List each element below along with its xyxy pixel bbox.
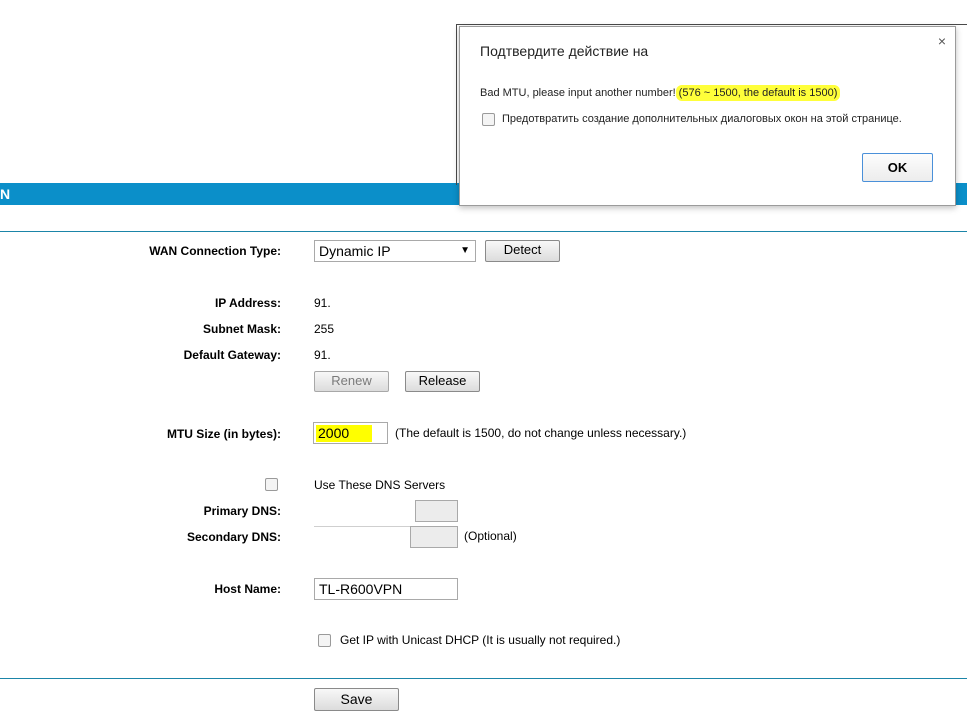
divider-bottom bbox=[0, 678, 967, 679]
release-button[interactable]: Release bbox=[405, 371, 480, 392]
renew-button[interactable]: Renew bbox=[314, 371, 389, 392]
secondary-dns-edge bbox=[314, 526, 414, 527]
host-name-input[interactable]: TL-R600VPN bbox=[314, 578, 458, 600]
wan-type-label: WAN Connection Type: bbox=[149, 244, 281, 258]
default-gateway-value: 91. bbox=[314, 348, 331, 362]
use-dns-label: Use These DNS Servers bbox=[314, 478, 446, 492]
suppress-dialogs-label: Предотвратить создание дополнительных ди… bbox=[502, 113, 902, 125]
use-dns-checkbox[interactable] bbox=[265, 478, 278, 491]
primary-dns-label: Primary DNS: bbox=[203, 504, 281, 518]
dialog-message-text: Bad MTU, please input another number! bbox=[480, 87, 676, 99]
secondary-dns-input[interactable] bbox=[410, 526, 458, 548]
wan-type-value: Dynamic IP bbox=[319, 243, 391, 259]
unicast-dhcp-label: Get IP with Unicast DHCP (It is usually … bbox=[340, 633, 621, 647]
unicast-dhcp-checkbox[interactable] bbox=[318, 634, 331, 647]
detect-button[interactable]: Detect bbox=[485, 240, 560, 262]
optional-label: (Optional) bbox=[464, 529, 517, 543]
divider-top bbox=[0, 231, 967, 232]
ip-address-label: IP Address: bbox=[214, 296, 281, 310]
dialog-message-highlight: (576 ~ 1500, the default is 1500) bbox=[675, 85, 841, 101]
mtu-input[interactable]: 2000 bbox=[313, 422, 388, 444]
close-icon[interactable]: × bbox=[938, 33, 946, 49]
save-button[interactable]: Save bbox=[314, 688, 399, 711]
dialog-title: Подтвердите действие на bbox=[480, 43, 649, 59]
dialog-message: Bad MTU, please input another number! (57… bbox=[480, 85, 841, 101]
subnet-mask-label: Subnet Mask: bbox=[202, 322, 281, 336]
suppress-dialogs-checkbox[interactable] bbox=[482, 113, 495, 126]
host-name-label: Host Name: bbox=[214, 582, 281, 596]
secondary-dns-label: Secondary DNS: bbox=[186, 530, 281, 544]
chevron-down-icon: ▼ bbox=[460, 245, 470, 256]
ip-address-value: 91. bbox=[314, 296, 331, 310]
banner-title: N bbox=[0, 186, 11, 202]
mtu-hint: (The default is 1500, do not change unle… bbox=[395, 426, 687, 440]
confirm-dialog: Подтвердите действие на × Bad MTU, pleas… bbox=[459, 26, 956, 206]
primary-dns-input[interactable] bbox=[415, 500, 458, 522]
mtu-label: MTU Size (in bytes): bbox=[166, 427, 281, 441]
subnet-mask-value: 255 bbox=[314, 322, 334, 336]
wan-type-select[interactable]: Dynamic IP ▼ bbox=[314, 240, 476, 262]
ok-button[interactable]: OK bbox=[862, 153, 933, 182]
default-gateway-label: Default Gateway: bbox=[183, 348, 281, 362]
mtu-value: 2000 bbox=[318, 425, 350, 441]
